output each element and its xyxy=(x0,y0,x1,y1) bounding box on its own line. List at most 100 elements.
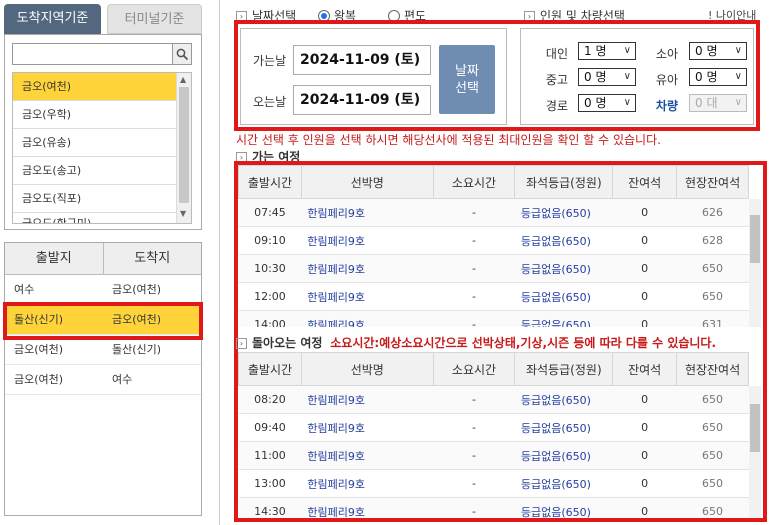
return-scrollbar[interactable] xyxy=(749,386,761,518)
adult-label: 대인 xyxy=(545,47,568,61)
cell-duration: - xyxy=(433,413,515,442)
cell-site: 650 xyxy=(676,385,749,414)
cell-ship: 한림페리9호 xyxy=(301,469,434,498)
route-row[interactable]: 여수 금오(여천) xyxy=(5,275,201,305)
adult-select[interactable]: 1 명 ∨ xyxy=(578,42,636,60)
table-row[interactable]: 07:45 한림페리9호 - 등급없음(650) 0 626 xyxy=(238,198,749,227)
table-row[interactable]: 10:30 한림페리9호 - 등급없음(650) 0 650 xyxy=(238,254,749,283)
col-onsite-seats: 현장잔여석 xyxy=(676,165,749,199)
cell-duration: - xyxy=(433,385,515,414)
cell-time: 12:00 xyxy=(238,282,302,311)
cell-duration: - xyxy=(433,310,515,327)
teen-label: 중고 xyxy=(545,73,568,87)
cell-time: 08:20 xyxy=(238,385,302,414)
cell-ship: 한림페리9호 xyxy=(301,497,434,518)
senior-select[interactable]: 0 명 ∨ xyxy=(578,94,636,112)
scroll-thumb[interactable] xyxy=(750,215,760,263)
chevron-down-icon: ∨ xyxy=(623,71,631,82)
table-row[interactable]: 11:00 한림페리9호 - 등급없음(650) 0 650 xyxy=(238,441,749,470)
infant-label: 유아 xyxy=(655,73,678,87)
destination-search-input[interactable] xyxy=(12,43,174,65)
destination-list: 금오(여천) 금오(우학) 금오(유송) 금오도(송고) 금오도(직포) 금오도… xyxy=(12,72,192,224)
route-header-to: 도착지 xyxy=(134,251,171,266)
tab-arrival-region[interactable]: 도착지역기준 xyxy=(4,4,101,34)
scroll-up-icon[interactable]: ▲ xyxy=(180,75,186,84)
destination-item[interactable]: 금오(유송) xyxy=(13,129,191,157)
table-row[interactable]: 14:30 한림페리9호 - 등급없음(650) 0 650 xyxy=(238,497,749,518)
cell-time: 11:00 xyxy=(238,441,302,470)
date-select-button[interactable]: 날짜 선택 xyxy=(439,45,495,114)
cell-time: 09:10 xyxy=(238,226,302,255)
route-table: 출발지 도착지 여수 금오(여천) 돌산(신기) 금오(여천) 금오(여천) 돌… xyxy=(4,242,202,516)
cell-grade: 등급없음(650) xyxy=(514,226,613,255)
vehicle-select: 0 대 ∨ xyxy=(689,94,747,112)
tab-terminal[interactable]: 터미널기준 xyxy=(107,4,202,34)
bullet-icon: › xyxy=(236,338,247,349)
go-date-input[interactable]: 2024-11-09 (토) xyxy=(293,45,431,75)
destination-item[interactable]: 금오(여천) xyxy=(13,73,191,101)
cell-duration: - xyxy=(433,226,515,255)
cell-site: 650 xyxy=(676,469,749,498)
teen-select[interactable]: 0 명 ∨ xyxy=(578,68,636,86)
cell-ship: 한림페리9호 xyxy=(301,226,434,255)
table-row[interactable]: 09:40 한림페리9호 - 등급없음(650) 0 650 xyxy=(238,413,749,442)
destination-item[interactable]: 금오도(송고) xyxy=(13,157,191,185)
destination-item[interactable]: 금오도(함구미) xyxy=(13,213,191,223)
route-to: 여수 xyxy=(112,373,133,386)
table-row[interactable]: 12:00 한림페리9호 - 등급없음(650) 0 650 xyxy=(238,282,749,311)
vehicle-label: 차량 xyxy=(655,99,678,113)
cell-site: 650 xyxy=(676,441,749,470)
col-seats-left: 잔여석 xyxy=(612,165,678,199)
table-row[interactable]: 09:10 한림페리9호 - 등급없음(650) 0 628 xyxy=(238,226,749,255)
notice-text: 시간 선택 후 인원을 선택 하시면 해당선사에 적용된 최대인원을 확인 할 … xyxy=(236,133,661,147)
cell-left: 0 xyxy=(612,310,677,327)
table-row[interactable]: 13:00 한림페리9호 - 등급없음(650) 0 650 xyxy=(238,469,749,498)
infant-select[interactable]: 0 명 ∨ xyxy=(689,68,747,86)
col-onsite-seats: 현장잔여석 xyxy=(676,352,749,386)
cell-left: 0 xyxy=(612,441,677,470)
cell-duration: - xyxy=(433,198,515,227)
scroll-thumb[interactable] xyxy=(179,87,189,203)
cell-left: 0 xyxy=(612,413,677,442)
senior-label: 경로 xyxy=(545,99,568,113)
cell-site: 626 xyxy=(676,198,749,227)
outbound-scrollbar[interactable] xyxy=(749,199,761,327)
scroll-thumb[interactable] xyxy=(750,404,760,452)
route-row[interactable]: 금오(여천) 여수 xyxy=(5,365,201,395)
cell-duration: - xyxy=(433,441,515,470)
table-row[interactable]: 08:20 한림페리9호 - 등급없음(650) 0 650 xyxy=(238,385,749,414)
cell-site: 650 xyxy=(676,413,749,442)
search-button[interactable] xyxy=(172,43,192,65)
route-header-from: 출발지 xyxy=(5,243,104,274)
route-table-header: 출발지 도착지 xyxy=(5,243,201,275)
cell-time: 14:00 xyxy=(238,310,302,327)
col-grade: 좌석등급(정원) xyxy=(514,165,614,199)
return-notice: 소요시간:예상소요시간으로 선박상태,기상,시즌 등에 따라 다를 수 있습니다… xyxy=(330,336,717,350)
cell-grade: 등급없음(650) xyxy=(514,413,613,442)
cell-left: 0 xyxy=(612,282,677,311)
cell-grade: 등급없음(650) xyxy=(514,469,613,498)
destination-scrollbar[interactable]: ▲ ▼ xyxy=(176,73,191,223)
return-date-label: 오는날 xyxy=(253,95,287,109)
go-date-label: 가는날 xyxy=(253,54,287,68)
outbound-table: 출발시간 선박명 소요시간 좌석등급(정원) 잔여석 현장잔여석 07:45 한림… xyxy=(238,165,749,327)
highlight-box-route xyxy=(3,302,203,340)
cell-grade: 등급없음(650) xyxy=(514,282,613,311)
table-header: 출발시간 선박명 소요시간 좌석등급(정원) 잔여석 현장잔여석 xyxy=(238,165,749,199)
return-table-wrap: 출발시간 선박명 소요시간 좌석등급(정원) 잔여석 현장잔여석 08:20 한림… xyxy=(238,352,749,518)
child-select[interactable]: 0 명 ∨ xyxy=(689,42,747,60)
return-date-input[interactable]: 2024-11-09 (토) xyxy=(293,85,431,115)
destination-item[interactable]: 금오(우학) xyxy=(13,101,191,129)
table-row[interactable]: 14:00 한림페리9호 - 등급없음(650) 0 631 xyxy=(238,310,749,327)
scroll-down-icon[interactable]: ▼ xyxy=(180,209,186,218)
destination-item[interactable]: 금오도(직포) xyxy=(13,185,191,213)
chevron-down-icon: ∨ xyxy=(734,71,742,82)
child-label: 소아 xyxy=(655,47,678,61)
cell-grade: 등급없음(650) xyxy=(514,385,613,414)
cell-ship: 한림페리9호 xyxy=(301,310,434,327)
cell-site: 650 xyxy=(676,254,749,283)
date-button-line1: 날짜 xyxy=(455,63,479,79)
cell-grade: 등급없음(650) xyxy=(514,497,613,518)
cell-ship: 한림페리9호 xyxy=(301,441,434,470)
col-ship: 선박명 xyxy=(300,352,434,386)
